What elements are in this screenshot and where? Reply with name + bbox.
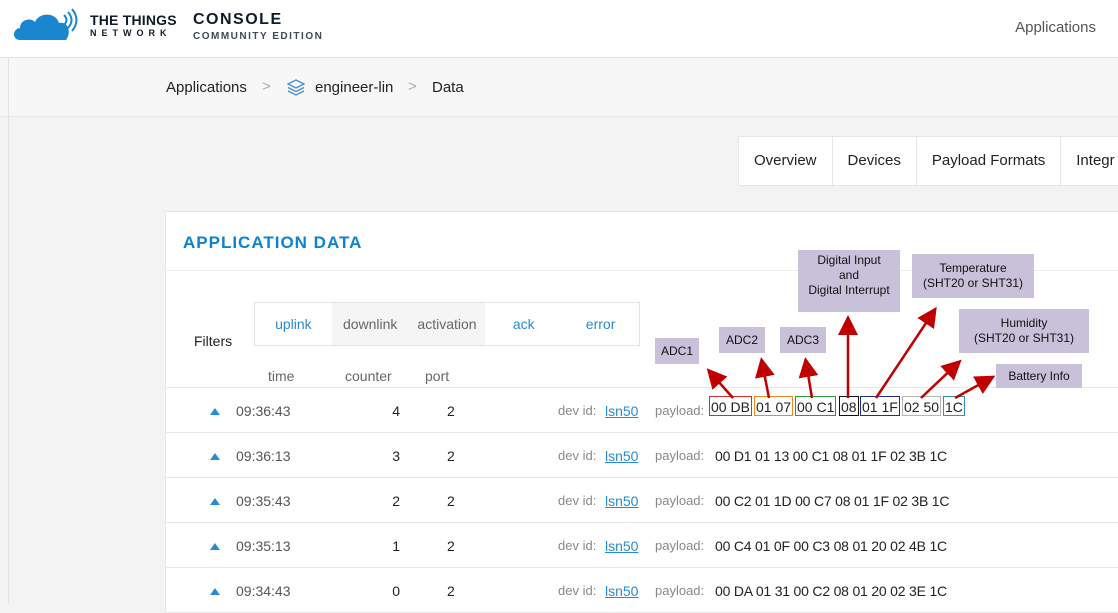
arrow-battery [954,375,996,400]
arrow-temperature [874,306,937,399]
arrow-humidity [920,359,962,399]
arrow-adc3 [798,357,819,399]
arrow-adc2 [755,357,775,399]
arrow-adc1 [706,368,734,399]
annotation-arrows [706,306,996,400]
